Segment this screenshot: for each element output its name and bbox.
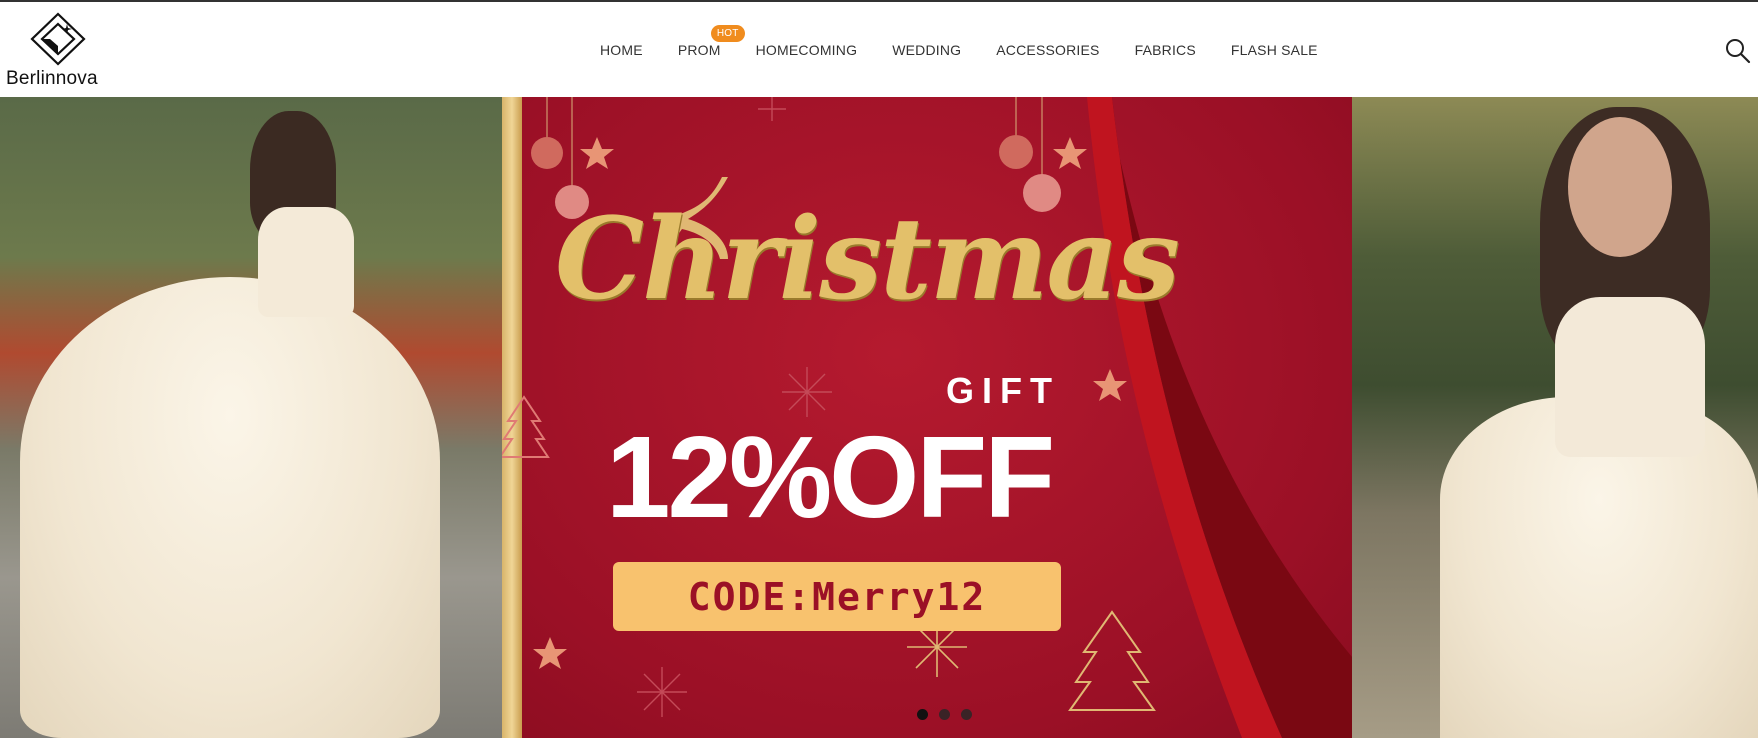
brand-name: Berlinnova [6,68,98,89]
model-head-right [1568,117,1672,257]
banner-photo-left [0,97,502,738]
banner-title: Christmas [555,194,1180,325]
hot-badge: HOT [710,25,745,42]
nav-fabrics[interactable]: FABRICS [1135,42,1196,62]
nav-prom[interactable]: PROM HOT [677,25,745,62]
search-button[interactable] [1725,38,1751,64]
site-header: Berlinnova HOME PROM HOT HOMECOMING WEDD… [0,2,1758,97]
slider-dot-1[interactable] [917,709,928,720]
slider-dot-2[interactable] [939,709,950,720]
nav-wedding[interactable]: WEDDING [892,42,961,62]
banner-discount: 12%OFF [606,412,1055,542]
logo-mark-icon [30,12,86,66]
slider-dot-3[interactable] [961,709,972,720]
slider-dots [917,709,983,720]
promo-code: CODE:Merry12 [687,574,987,619]
model-torso-right [1555,297,1705,457]
nav-homecoming[interactable]: HOMECOMING [756,42,858,62]
nav-accessories[interactable]: ACCESSORIES [996,42,1099,62]
search-icon [1726,39,1751,64]
dress-left [20,277,440,738]
promo-code-box: CODE:Merry12 [613,562,1061,631]
nav-flash-sale[interactable]: FLASH SALE [1231,42,1318,62]
main-nav: HOME PROM HOT HOMECOMING WEDDING ACCESSO… [600,25,1318,62]
model-torso-left [258,207,354,317]
banner-gift-label: GIFT [946,370,1060,411]
nav-home[interactable]: HOME [600,42,643,62]
nav-prom-label: PROM [677,42,721,58]
brand-logo[interactable]: Berlinnova [6,12,110,90]
